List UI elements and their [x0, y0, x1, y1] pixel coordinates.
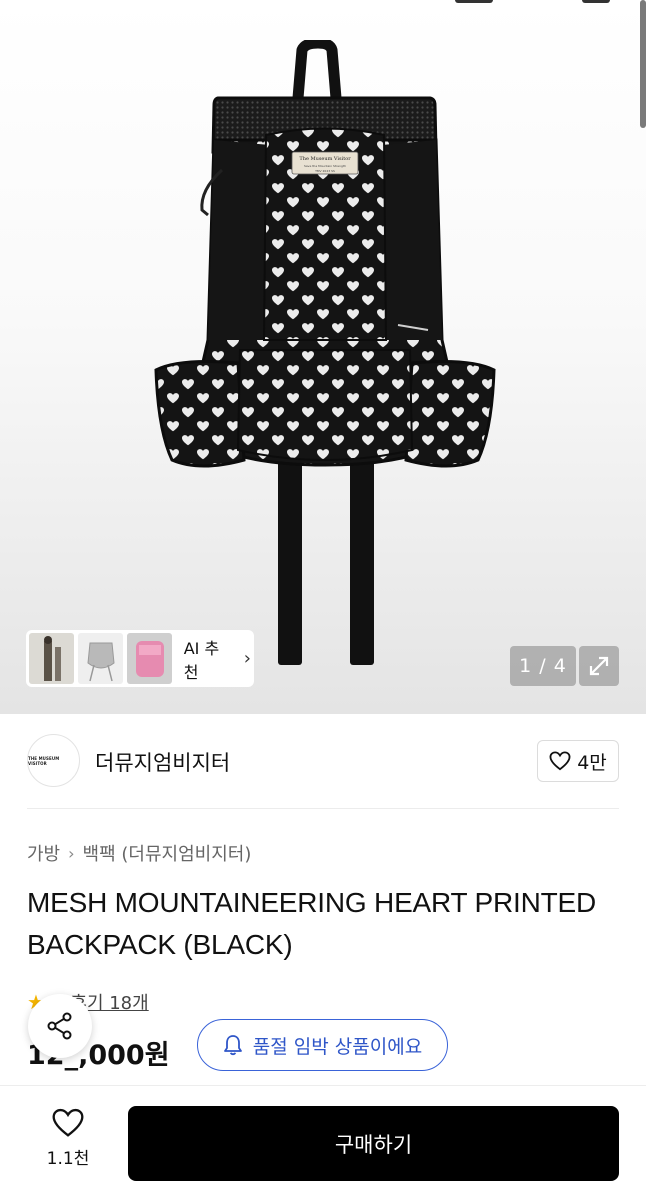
- thumbnail-pink-item[interactable]: [126, 633, 172, 684]
- brand-like-count: 4만: [577, 751, 607, 774]
- thumbnail-gray-bag[interactable]: [77, 633, 123, 684]
- ai-recommend-link[interactable]: AI 추천 ›: [184, 635, 251, 683]
- breadcrumb: 가방 › 백팩 (더뮤지엄비지터): [27, 840, 251, 866]
- breadcrumb-item[interactable]: 백팩 (더뮤지엄비지터): [83, 840, 252, 866]
- share-button[interactable]: [28, 994, 92, 1058]
- ai-recommend-strip[interactable]: AI 추천 ›: [26, 630, 254, 687]
- chevron-right-icon: ›: [68, 843, 75, 863]
- product-image: The Museum Visitor Save the Mountain Str…: [154, 40, 496, 665]
- divider: [27, 808, 619, 809]
- bell-icon: [223, 1035, 242, 1056]
- heart-icon: [549, 751, 571, 771]
- brand-name[interactable]: 더뮤지엄비지터: [95, 747, 230, 777]
- bag-label-line3: TMV 2023 SS: [314, 169, 335, 173]
- brand-logo-text: THE MUSEUM VISITOR: [28, 755, 60, 766]
- product-title: MESH MOUNTAINEERING HEART PRINTED BACKPA…: [27, 887, 597, 960]
- wishlist-button[interactable]: 1.1천: [40, 1108, 96, 1169]
- top-icon-fragment: [582, 0, 610, 3]
- brand-logo[interactable]: THE MUSEUM VISITOR: [27, 734, 80, 787]
- buy-button[interactable]: 구매하기: [128, 1106, 619, 1181]
- bag-label-line1: The Museum Visitor: [299, 156, 351, 162]
- scrollbar[interactable]: [640, 0, 646, 128]
- expand-icon: [589, 656, 609, 676]
- bag-label-line2: Save the Mountain Strength: [304, 164, 346, 168]
- heart-icon: [52, 1108, 84, 1137]
- breadcrumb-item[interactable]: 가방: [27, 840, 60, 866]
- soldout-notice-pill[interactable]: 품절 임박 상품이에요: [197, 1019, 448, 1071]
- brand-row[interactable]: THE MUSEUM VISITOR 더뮤지엄비지터 4만: [0, 714, 646, 810]
- top-icon-fragment: [455, 0, 493, 3]
- image-counter: 1 / 4: [510, 646, 576, 686]
- bottom-action-bar: 1.1천 구매하기: [0, 1085, 646, 1200]
- chevron-right-icon: ›: [243, 648, 251, 669]
- soldout-notice-text: 품절 임박 상품이에요: [252, 1035, 423, 1058]
- product-image-gallery[interactable]: The Museum Visitor Save the Mountain Str…: [0, 0, 646, 714]
- expand-button[interactable]: [579, 646, 619, 686]
- ai-recommend-label: AI 추천: [183, 638, 220, 682]
- thumbnail-model[interactable]: [29, 633, 74, 684]
- brand-like-button[interactable]: 4만: [537, 740, 619, 782]
- share-icon: [47, 1012, 72, 1040]
- wishlist-count: 1.1천: [46, 1149, 90, 1169]
